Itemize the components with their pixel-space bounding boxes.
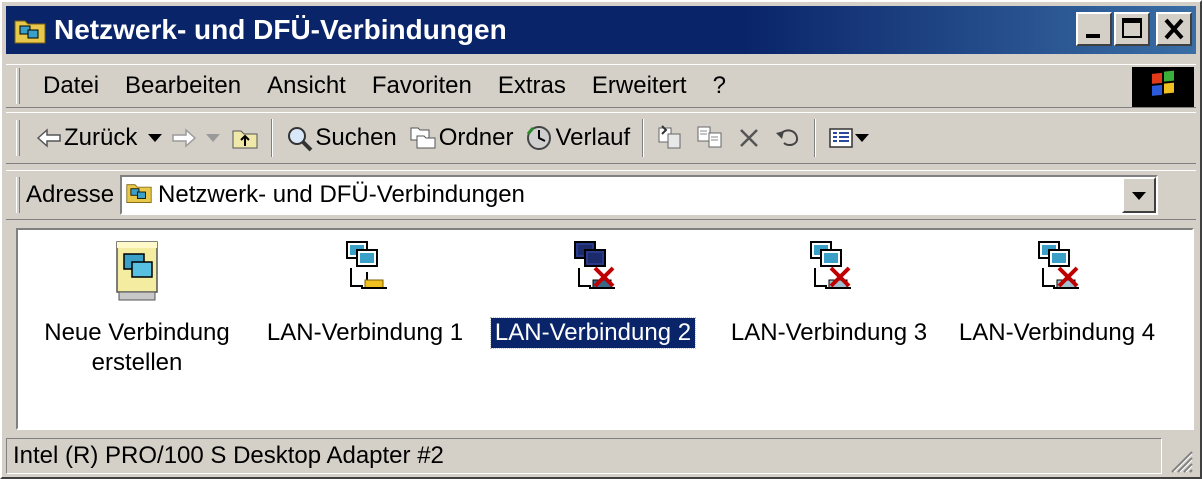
history-button[interactable]: Verlauf [519, 118, 636, 158]
standard-toolbar: Zurück Suchen Ordner Verlauf [6, 112, 1196, 164]
window-title: Netzwerk- und DFÜ-Verbindungen [54, 14, 507, 45]
maximize-button[interactable] [1114, 12, 1150, 46]
resize-grip-icon[interactable] [1168, 448, 1194, 474]
views-button[interactable] [822, 118, 876, 158]
move-to-icon [658, 125, 681, 149]
windows-logo [1132, 67, 1194, 107]
menu-erweitert[interactable]: Erweitert [579, 72, 700, 100]
dropdown-arrow-icon [1132, 192, 1147, 200]
menu-favoriten[interactable]: Favoriten [359, 72, 485, 100]
network-folder-icon [14, 16, 46, 44]
folders-label: Ordner [438, 124, 514, 151]
back-label: Zurück [64, 124, 138, 151]
up-button[interactable] [225, 118, 265, 158]
file-view[interactable]: Neue Verbindung erstellen LAN-Verbindung… [16, 228, 1194, 430]
item-label: LAN-Verbindung 1 [266, 319, 464, 346]
status-bar: Intel (R) PRO/100 S Desktop Adapter #2 [6, 436, 1196, 476]
copy-to-icon [697, 126, 722, 148]
search-label: Suchen [315, 124, 397, 151]
lan-disconnected-icon [799, 238, 859, 304]
toolbar-separator [814, 119, 817, 157]
item-lan-2[interactable]: LAN-Verbindung 2 [478, 238, 708, 349]
new-connection-icon [107, 238, 167, 304]
toolbar-grip[interactable] [16, 120, 20, 156]
dropdown-arrow-icon [855, 134, 870, 142]
close-icon [1164, 18, 1184, 40]
back-arrow-icon [36, 128, 61, 148]
item-lan-3[interactable]: LAN-Verbindung 3 [714, 238, 944, 348]
address-grip[interactable] [16, 177, 20, 213]
folder-up-icon [232, 130, 258, 149]
menu-ansicht[interactable]: Ansicht [254, 72, 359, 100]
minimize-button[interactable] [1076, 12, 1112, 46]
dropdown-arrow-icon [206, 134, 221, 142]
windows-flag-icon [1152, 70, 1174, 96]
toolbar-separator [271, 119, 274, 157]
views-icon [829, 128, 853, 148]
status-text: Intel (R) PRO/100 S Desktop Adapter #2 [13, 442, 444, 469]
maximize-icon [1122, 18, 1142, 38]
history-label: Verlauf [555, 124, 631, 151]
history-icon [527, 126, 552, 150]
folders-button[interactable]: Ordner [403, 118, 520, 158]
dropdown-arrow-icon [148, 134, 163, 142]
title-bar[interactable]: Netzwerk- und DFÜ-Verbindungen [6, 6, 1196, 54]
close-button[interactable] [1156, 12, 1192, 46]
lan-connection-icon [335, 238, 395, 304]
item-label: LAN-Verbindung 2 [489, 317, 697, 349]
menu-bar: Datei Bearbeiten Ansicht Favoriten Extra… [6, 64, 1196, 108]
item-label: LAN-Verbindung 4 [958, 319, 1156, 346]
toolbar-separator [642, 119, 645, 157]
item-lan-4[interactable]: LAN-Verbindung 4 [942, 238, 1172, 348]
item-label: LAN-Verbindung 3 [730, 319, 928, 346]
delete-button[interactable] [730, 118, 768, 158]
back-dropdown[interactable] [143, 118, 167, 158]
undo-button[interactable] [768, 118, 808, 158]
back-button[interactable]: Zurück [30, 118, 143, 158]
network-folder-icon [126, 180, 152, 211]
title-buttons [1074, 12, 1192, 46]
menu-grip[interactable] [16, 68, 20, 104]
menu-help[interactable]: ? [700, 72, 739, 100]
lan-disconnected-icon [1027, 238, 1087, 304]
search-icon [288, 127, 313, 152]
item-new-connection[interactable]: Neue Verbindung erstellen [22, 238, 252, 378]
address-label: Adresse [26, 181, 115, 208]
status-panel: Intel (R) PRO/100 S Desktop Adapter #2 [6, 438, 1162, 474]
undo-icon [776, 129, 799, 147]
explorer-window: Netzwerk- und DFÜ-Verbindungen Datei Bea… [0, 0, 1202, 479]
copy-to-button[interactable] [690, 118, 730, 158]
forward-button[interactable] [167, 118, 201, 158]
menu-datei[interactable]: Datei [30, 72, 112, 100]
minimize-icon [1086, 34, 1100, 38]
item-lan-1[interactable]: LAN-Verbindung 1 [250, 238, 480, 348]
menu-bearbeiten[interactable]: Bearbeiten [112, 72, 254, 100]
move-to-button[interactable] [650, 118, 690, 158]
address-input[interactable]: Netzwerk- und DFÜ-Verbindungen [120, 175, 1159, 215]
folders-icon [410, 127, 436, 149]
address-value: Netzwerk- und DFÜ-Verbindungen [158, 181, 525, 208]
delete-icon [740, 129, 759, 147]
item-label: Neue Verbindung erstellen [44, 319, 230, 376]
search-button[interactable]: Suchen [279, 118, 402, 158]
forward-dropdown[interactable] [201, 118, 225, 158]
address-dropdown-button[interactable] [1122, 177, 1157, 213]
address-bar: Adresse Netzwerk- und DFÜ-Verbindungen [6, 170, 1196, 220]
forward-arrow-icon [172, 128, 197, 148]
menu-extras[interactable]: Extras [485, 72, 579, 100]
lan-disconnected-icon [563, 238, 623, 304]
